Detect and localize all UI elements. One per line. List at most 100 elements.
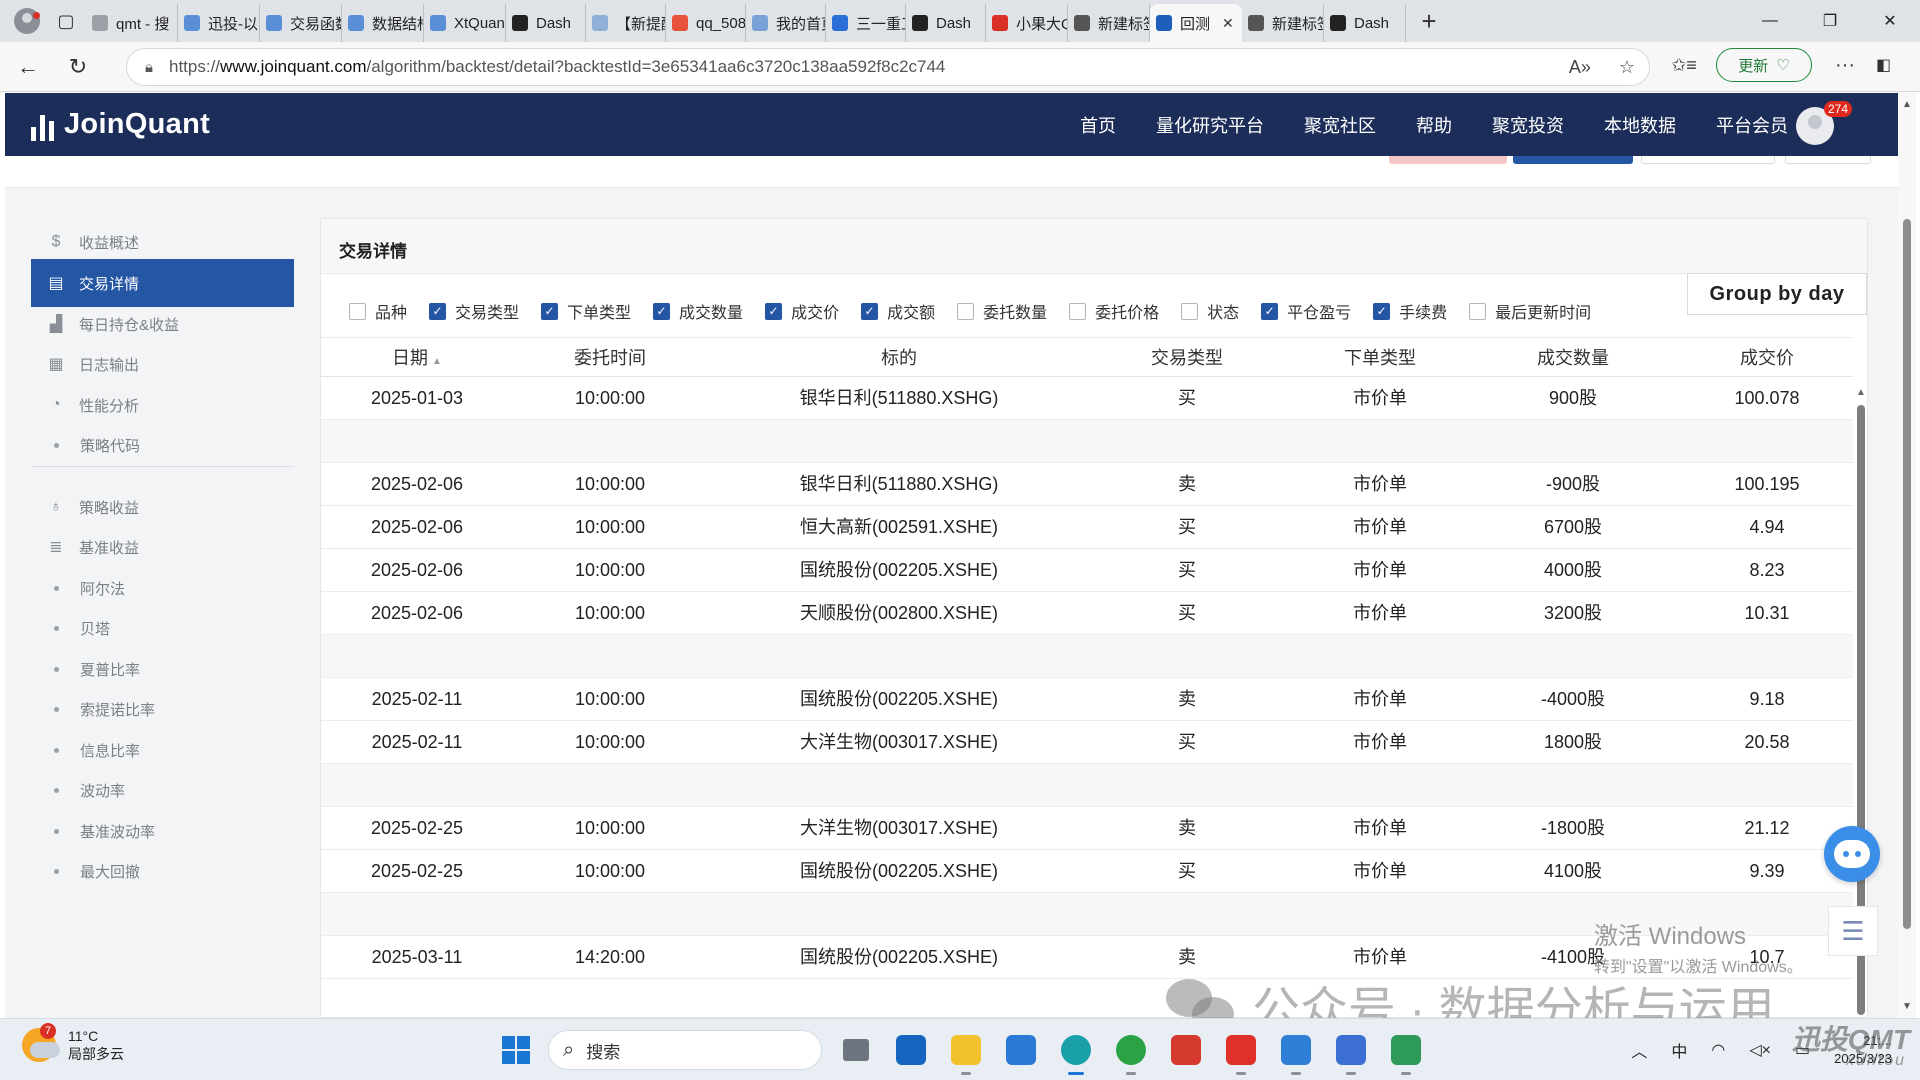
more-menu-icon[interactable]: ··· (1830, 54, 1860, 77)
column-filter-checkbox[interactable]: ✓ 平仓盈亏 (1261, 299, 1351, 323)
list-menu-button[interactable]: ☰ (1828, 906, 1878, 956)
browser-tab[interactable]: 交易函数 (260, 4, 342, 42)
favorite-star-icon[interactable]: ☆ (1619, 57, 1635, 78)
browser-tab[interactable]: 新建标签 (1068, 4, 1150, 42)
browser-tab[interactable]: Dash (506, 4, 586, 42)
file-explorer-icon[interactable] (946, 1030, 986, 1075)
browser-tab[interactable]: qmt - 搜 (86, 4, 178, 42)
tab-actions-icon[interactable]: ▢ (46, 2, 86, 40)
volume-icon[interactable]: ◁× (1749, 1040, 1771, 1060)
outlook-icon[interactable] (891, 1030, 931, 1070)
browser-tab[interactable]: Dash (1324, 4, 1406, 42)
profile-button[interactable] (8, 2, 46, 40)
restore-icon[interactable]: ❐ (1800, 0, 1860, 42)
group-by-day-button[interactable]: Group by day (1687, 273, 1867, 315)
column-filter-checkbox[interactable]: ✓ 下单类型 (541, 299, 631, 323)
column-filter-checkbox[interactable]: ✓ 手续费 (1373, 299, 1447, 323)
browser-tab[interactable]: XtQuant (424, 4, 506, 42)
wechat-app-icon[interactable] (1111, 1030, 1151, 1075)
browser-tab[interactable]: 迅投-以 (178, 4, 260, 42)
nav-link[interactable]: 聚宽投资 (1492, 112, 1564, 138)
wps-icon[interactable] (1166, 1030, 1206, 1070)
nav-link[interactable]: 平台会员 (1716, 112, 1788, 138)
browser-tab[interactable]: 我的首页 (746, 4, 826, 42)
read-aloud-icon[interactable]: A» (1569, 57, 1591, 78)
strip-button-outline[interactable] (1641, 156, 1775, 164)
strip-button-red[interactable] (1389, 156, 1507, 164)
checkbox-checked-icon[interactable]: ✓ (861, 302, 879, 320)
scroll-up-icon[interactable]: ▲ (1856, 387, 1866, 398)
refresh-icon[interactable]: ↻ (56, 47, 100, 87)
ime-indicator[interactable]: 中 (1671, 1038, 1687, 1062)
browser-tab[interactable]: 【新提醒 (586, 4, 666, 42)
column-filter-checkbox[interactable]: ✓ 成交额 (861, 299, 935, 323)
browser-tab[interactable]: 新建标签 (1242, 4, 1324, 42)
wifi-icon[interactable]: ◠ (1711, 1040, 1725, 1060)
taskbar-search[interactable]: ⌕ 搜索 (548, 1030, 822, 1070)
sidebar-item[interactable]: 策略代码 (31, 421, 294, 469)
trading-app-icon[interactable] (1331, 1030, 1371, 1075)
strip-button-blue[interactable] (1513, 156, 1633, 164)
nav-link[interactable]: 帮助 (1416, 112, 1452, 138)
browser-tab[interactable]: 数据结构 (342, 4, 424, 42)
column-filter-checkbox[interactable]: ✓ 成交价 (765, 299, 839, 323)
page-scrollbar[interactable]: ▲ ▼ (1898, 93, 1916, 1018)
checkbox-empty-icon[interactable] (1181, 302, 1199, 320)
checkbox-empty-icon[interactable] (1469, 302, 1487, 320)
sidebar-toggle-icon[interactable]: ◧ (1876, 55, 1891, 75)
nav-link[interactable]: 聚宽社区 (1304, 112, 1376, 138)
checkbox-checked-icon[interactable]: ✓ (429, 302, 447, 320)
customer-service-button[interactable] (1824, 826, 1880, 882)
browser-tab[interactable]: Dash (906, 4, 986, 42)
browser-tab[interactable]: 三一重工 (826, 4, 906, 42)
notepad-icon[interactable] (1276, 1030, 1316, 1075)
table-row[interactable]: 2025-01-03 10:00:00 银华日利(511880.XSHG) 买 市价单 9… (321, 377, 1853, 420)
sidebar-item[interactable]: 最大回撤 (31, 847, 294, 895)
column-filter-checkbox[interactable]: 品种 (349, 299, 407, 323)
tray-chevron-icon[interactable]: ︿ (1631, 1038, 1647, 1062)
table-row[interactable]: 2025-02-06 10:00:00 恒大高新(002591.XSHE) 买 市价单 6… (321, 506, 1853, 549)
column-filter-checkbox[interactable]: ✓ 成交数量 (653, 299, 743, 323)
column-filter-checkbox[interactable]: 最后更新时间 (1469, 299, 1591, 323)
favorites-icon[interactable]: ✩≡ (1664, 55, 1704, 76)
red-app-icon[interactable] (1221, 1030, 1261, 1075)
task-view-icon[interactable] (836, 1030, 876, 1070)
monitor-app-icon[interactable] (1386, 1030, 1426, 1075)
table-row[interactable]: 2025-02-06 10:00:00 天顺股份(002800.XSHE) 买 市价单 3… (321, 592, 1853, 635)
column-filter-checkbox[interactable]: 状态 (1181, 299, 1239, 323)
checkbox-empty-icon[interactable] (1069, 302, 1087, 320)
joinquant-logo[interactable]: JoinQuant (31, 108, 210, 141)
new-tab-button[interactable]: + (1406, 2, 1452, 40)
browser-tab[interactable]: 小果大Q (986, 4, 1068, 42)
page-scroll-thumb[interactable] (1903, 219, 1911, 929)
sort-icon[interactable]: ▲ (432, 356, 442, 367)
table-row[interactable]: 2025-02-11 10:00:00 大洋生物(003017.XSHE) 买 市价单 1… (321, 721, 1853, 764)
page-scroll-up-icon[interactable]: ▲ (1902, 99, 1912, 110)
update-button[interactable]: 更新 ♡ (1716, 48, 1812, 82)
browser-tab[interactable]: qq_5088 (666, 4, 746, 42)
column-header[interactable]: 日期 ▲ (327, 338, 507, 378)
store-icon[interactable] (1001, 1030, 1041, 1070)
checkbox-checked-icon[interactable]: ✓ (653, 302, 671, 320)
weather-widget[interactable]: 7 11°C 局部多云 (22, 1023, 124, 1063)
browser-tab[interactable]: 回测 ✕ (1150, 4, 1242, 42)
checkbox-checked-icon[interactable]: ✓ (541, 302, 559, 320)
checkbox-empty-icon[interactable] (349, 302, 366, 320)
table-row[interactable]: 2025-02-06 10:00:00 国统股份(002205.XSHE) 买 市价单 4… (321, 549, 1853, 592)
table-row[interactable]: 2025-02-06 10:00:00 银华日利(511880.XSHG) 卖 市价单 -… (321, 463, 1853, 506)
close-window-icon[interactable]: ✕ (1860, 0, 1920, 42)
nav-link[interactable]: 首页 (1080, 112, 1116, 138)
tab-close-icon[interactable]: ✕ (1222, 15, 1234, 32)
column-filter-checkbox[interactable]: 委托数量 (957, 299, 1047, 323)
nav-link[interactable]: 量化研究平台 (1156, 112, 1264, 138)
checkbox-checked-icon[interactable]: ✓ (1261, 302, 1279, 320)
table-row[interactable]: 2025-02-11 10:00:00 国统股份(002205.XSHE) 卖 市价单 -… (321, 678, 1853, 721)
back-icon[interactable]: ← (6, 47, 50, 87)
checkbox-checked-icon[interactable]: ✓ (1373, 302, 1391, 320)
strip-button-outline-2[interactable] (1785, 156, 1871, 164)
column-filter-checkbox[interactable]: 委托价格 (1069, 299, 1159, 323)
table-row[interactable]: 2025-02-25 10:00:00 国统股份(002205.XSHE) 买 市价单 4… (321, 850, 1853, 893)
checkbox-checked-icon[interactable]: ✓ (765, 302, 783, 320)
nav-link[interactable]: 本地数据 (1604, 112, 1676, 138)
url-field[interactable]: 🔒︎ https://www.joinquant.com/algorithm/b… (126, 48, 1650, 86)
